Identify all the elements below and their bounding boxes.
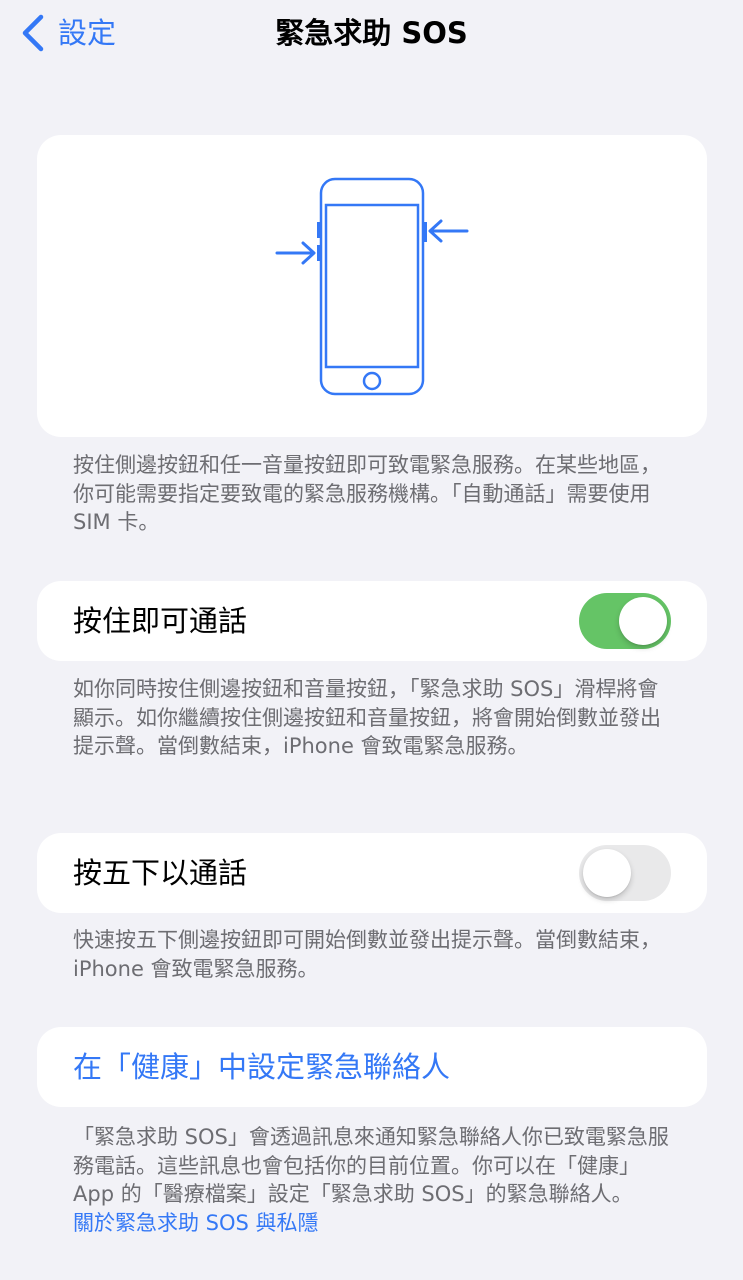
press-five-times-toggle[interactable] xyxy=(579,845,671,901)
press-five-times-label: 按五下以通話 xyxy=(73,856,248,890)
illustration-card xyxy=(37,135,707,437)
navigation-bar: 設定 緊急求助 SOS xyxy=(0,0,743,70)
emergency-contacts-row[interactable]: 在「健康」中設定緊急聯絡人 xyxy=(37,1027,707,1107)
arrow-right-icon xyxy=(275,241,316,265)
page-title: 緊急求助 SOS xyxy=(275,16,468,50)
hold-to-call-label: 按住即可通話 xyxy=(73,604,248,638)
toggle-knob xyxy=(619,597,667,645)
emergency-contacts-description-block: 「緊急求助 SOS」會透過訊息來通知緊急聯絡人你已致電緊急服務電話。這些訊息也會… xyxy=(73,1123,673,1237)
iphone-icon xyxy=(317,177,427,396)
hold-to-call-toggle[interactable] xyxy=(579,593,671,649)
hold-to-call-description: 如你同時按住側邊按鈕和音量按鈕，「緊急求助 SOS」滑桿將會顯示。如你繼續按住側… xyxy=(73,677,661,758)
toggle-knob xyxy=(583,849,631,897)
hold-to-call-row: 按住即可通話 xyxy=(37,581,707,661)
setup-emergency-contacts-link[interactable]: 在「健康」中設定緊急聯絡人 xyxy=(73,1027,450,1107)
sos-privacy-link[interactable]: 關於緊急求助 SOS 與私隱 xyxy=(73,1209,673,1238)
illustration-description: 按住側邊按鈕和任一音量按鈕即可致電緊急服務。在某些地區，你可能需要指定要致電的緊… xyxy=(73,453,661,534)
press-five-times-row: 按五下以通話 xyxy=(37,833,707,913)
arrow-left-icon xyxy=(428,219,469,243)
iphone-buttons-illustration xyxy=(275,177,469,396)
emergency-contacts-description: 「緊急求助 SOS」會透過訊息來通知緊急聯絡人你已致電緊急服務電話。這些訊息也會… xyxy=(73,1125,669,1206)
press-five-times-description: 快速按五下側邊按鈕即可開始倒數並發出提示聲。當倒數結束，iPhone 會致電緊急… xyxy=(73,928,661,981)
